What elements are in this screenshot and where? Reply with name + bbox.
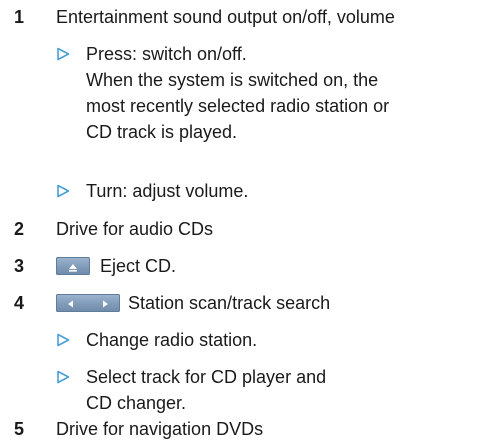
item-4-subitem-select-track: Select track for CD player and CD change… (86, 367, 327, 413)
item-label-2: Drive for audio CDs (56, 219, 214, 239)
triangle-marker-icon (56, 364, 70, 390)
instruction-page: 1 Entertainment sound output on/off, vol… (0, 0, 502, 446)
triangle-marker-icon (56, 178, 70, 204)
item-1-subitem-turn: Turn: adjust volume. (86, 181, 249, 201)
item-label-1: Entertainment sound output on/off, volum… (56, 7, 395, 27)
item-4-subitem-change-station: Change radio station. (86, 330, 258, 350)
seek-buttons-icon (56, 294, 120, 312)
triangle-marker-icon (56, 41, 70, 67)
item-label-4: Station scan/track search (128, 293, 331, 313)
item-label-3: Eject CD. (100, 256, 177, 276)
eject-button-icon (56, 257, 90, 275)
item-number-3: 3 (14, 256, 25, 276)
triangle-marker-icon (56, 327, 70, 353)
item-number-5: 5 (14, 419, 25, 439)
item-label-5: Drive for navigation DVDs (56, 419, 264, 439)
item-number-1: 1 (14, 7, 25, 27)
item-number-4: 4 (14, 293, 25, 313)
item-number-2: 2 (14, 219, 25, 239)
item-1-subitem-press: Press: switch on/off. When the system is… (86, 44, 390, 142)
